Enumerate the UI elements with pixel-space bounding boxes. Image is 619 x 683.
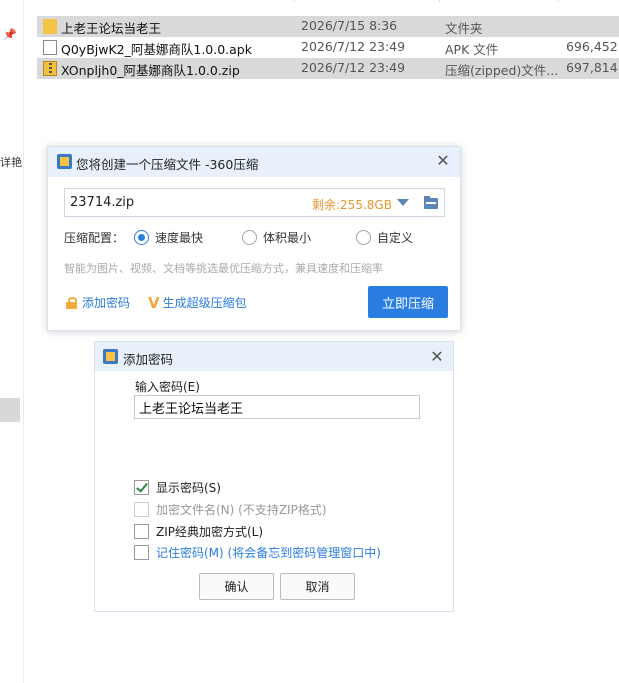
close-icon[interactable]: ✕	[435, 153, 451, 169]
checkbox-label: 记住密码(M) (将会备忘到密码管理窗口中)	[156, 546, 381, 560]
compress-config-label: 压缩配置：	[64, 231, 125, 245]
browse-folder-icon[interactable]	[424, 196, 438, 209]
checkbox-box[interactable]	[134, 480, 149, 495]
add-password-label: 添加密码	[82, 296, 131, 310]
free-space-label: 剩余:255.8GB	[312, 198, 392, 212]
remember-password-checkbox[interactable]: 记住密码(M) (将会备忘到密码管理窗口中)	[134, 544, 381, 561]
show-password-checkbox[interactable]: 显示密码(S)	[134, 479, 221, 496]
checkbox-box[interactable]	[134, 502, 149, 517]
v-badge-icon: V	[148, 293, 160, 312]
radio-label: 体积最小	[263, 231, 312, 245]
create-sfx-link[interactable]: V 生成超级压缩包	[148, 294, 247, 311]
checkbox-label: 加密文件名(N) (不支持ZIP格式)	[156, 503, 327, 517]
file-type: 文件夹	[445, 21, 483, 36]
file-date: 2026/7/12 23:49	[301, 60, 406, 75]
file-name: 上老王论坛当老王	[61, 21, 162, 36]
compress-dialog-titlebar[interactable]: 您将创建一个压缩文件 -360压缩 ✕	[48, 147, 460, 177]
file-type: APK 文件	[445, 42, 499, 57]
file-size: 696,452	[566, 39, 618, 54]
file-row-zip[interactable]: XOnpljh0_阿基娜商队1.0.0.zip 2026/7/12 23:49 …	[37, 58, 619, 79]
encrypt-filenames-checkbox[interactable]: 加密文件名(N) (不支持ZIP格式)	[134, 501, 327, 518]
radio-smallest[interactable]: 体积最小	[242, 229, 311, 246]
sidebar-text: 详艳	[0, 156, 22, 169]
compress-now-button[interactable]: 立即压缩	[368, 286, 448, 318]
ok-button[interactable]: 确认	[199, 573, 274, 600]
password-input-label: 输入密码(E)	[135, 380, 200, 394]
add-password-link[interactable]: 添加密码	[66, 294, 130, 311]
file-row-folder[interactable]: 上老王论坛当老王 2026/7/15 8:36 文件夹	[37, 16, 619, 37]
checkbox-box[interactable]	[134, 545, 149, 560]
apk-file-icon	[43, 40, 57, 55]
radio-indicator[interactable]	[242, 230, 257, 245]
chevron-down-icon[interactable]	[397, 199, 409, 206]
radio-fastest[interactable]: 速度最快	[134, 229, 203, 246]
checkbox-box[interactable]	[134, 524, 149, 539]
zip-file-icon	[43, 61, 57, 76]
360zip-app-icon	[57, 154, 72, 169]
archive-path-value[interactable]: 23714.zip	[70, 195, 134, 210]
add-password-title: 添加密码	[123, 352, 174, 367]
password-input[interactable]	[134, 395, 420, 419]
lock-icon	[66, 296, 77, 309]
file-name: XOnpljh0_阿基娜商队1.0.0.zip	[61, 63, 240, 78]
archive-path-field[interactable]: 23714.zip 剩余:255.8GB	[64, 188, 445, 217]
360zip-app-icon	[103, 349, 118, 364]
file-name: Q0yBjwK2_阿基娜商队1.0.0.apk	[61, 42, 252, 57]
navigation-pane: 📌 详艳	[0, 0, 24, 683]
compress-dialog-title: 您将创建一个压缩文件 -360压缩	[76, 157, 259, 172]
column-header	[37, 0, 619, 6]
radio-indicator[interactable]	[134, 230, 149, 245]
folder-icon	[43, 19, 57, 34]
cancel-button[interactable]: 取消	[280, 573, 355, 600]
file-size: 697,814	[566, 60, 618, 75]
file-date: 2026/7/15 8:36	[301, 18, 398, 33]
file-date: 2026/7/12 23:49	[301, 39, 406, 54]
file-type: 压缩(zipped)文件...	[445, 63, 559, 78]
add-password-titlebar[interactable]: 添加密码 ✕	[95, 342, 453, 371]
radio-custom[interactable]: 自定义	[356, 229, 413, 246]
compress-hint: 智能为图片、视频、文档等挑选最优压缩方式，兼具速度和压缩率	[64, 262, 383, 275]
checkbox-label: 显示密码(S)	[156, 481, 221, 495]
pin-icon[interactable]: 📌	[3, 28, 17, 42]
radio-label: 速度最快	[155, 231, 204, 245]
radio-label: 自定义	[377, 231, 414, 245]
compress-dialog: 您将创建一个压缩文件 -360压缩 ✕ 23714.zip 剩余:255.8GB…	[47, 146, 461, 331]
zip-classic-encryption-checkbox[interactable]: ZIP经典加密方式(L)	[134, 523, 263, 540]
add-password-dialog: 添加密码 ✕ 输入密码(E) 显示密码(S) 加密文件名(N) (不支持ZIP格…	[94, 341, 454, 612]
checkbox-label: ZIP经典加密方式(L)	[156, 525, 264, 539]
radio-indicator[interactable]	[356, 230, 371, 245]
close-icon[interactable]: ✕	[429, 349, 445, 365]
sidebar-selection	[0, 398, 20, 422]
file-row-apk[interactable]: Q0yBjwK2_阿基娜商队1.0.0.apk 2026/7/12 23:49 …	[37, 37, 619, 58]
create-sfx-label: 生成超级压缩包	[162, 296, 247, 310]
